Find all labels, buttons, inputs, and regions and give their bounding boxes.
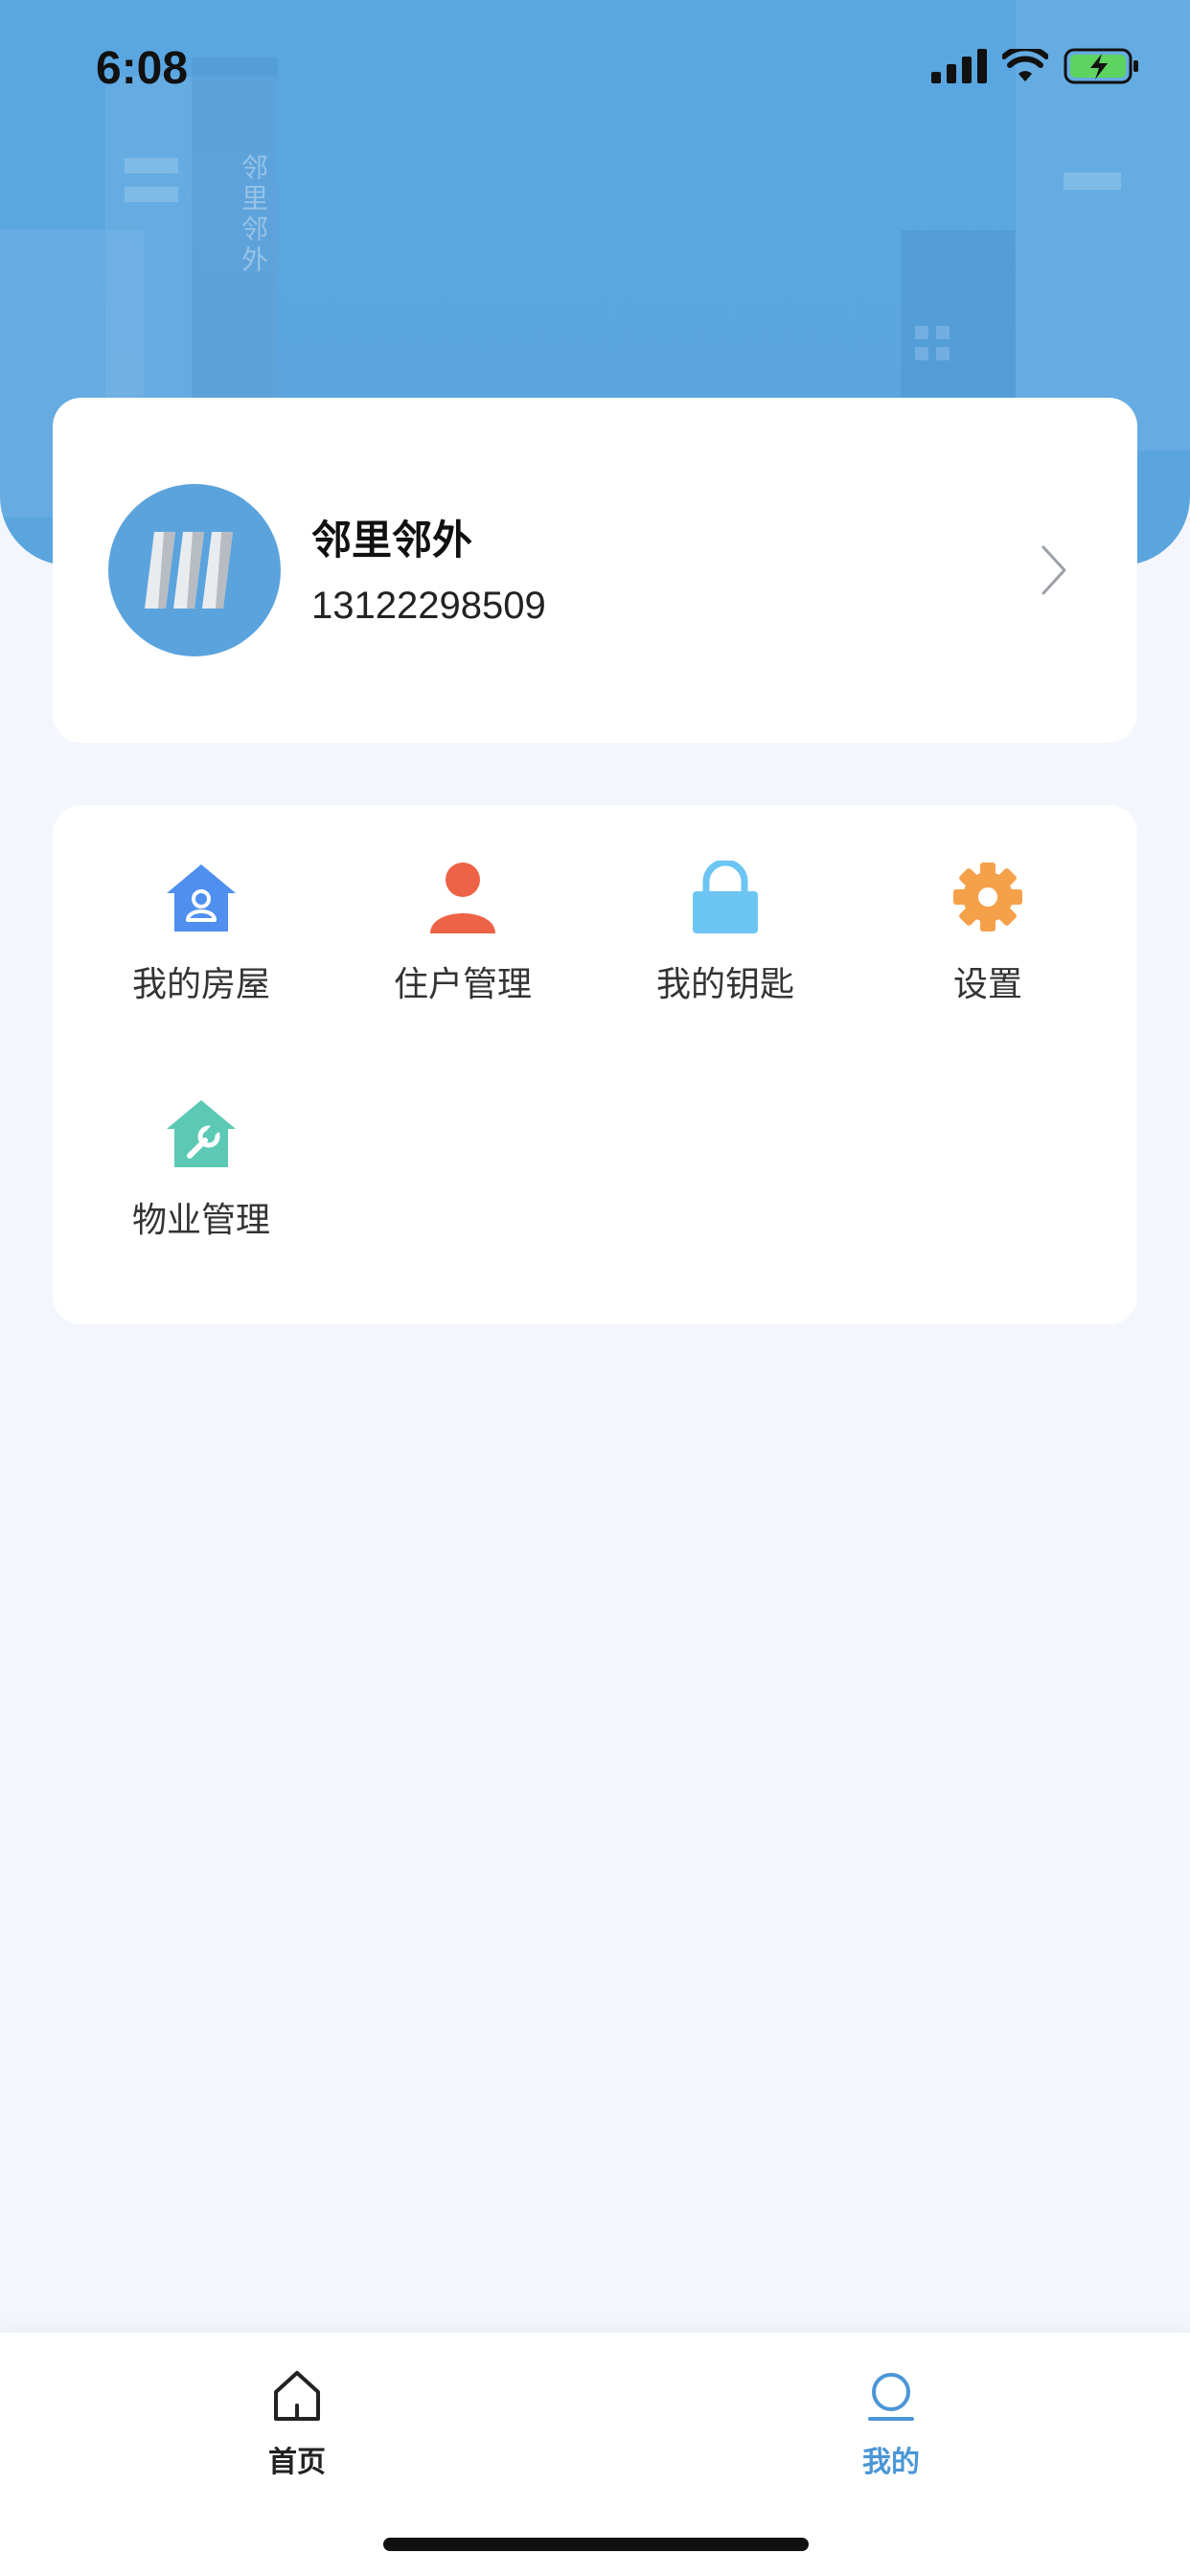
tab-label: 首页 (268, 2446, 326, 2479)
status-time: 6:08 (96, 43, 189, 94)
menu-label: 我的房屋 (131, 965, 270, 1004)
person-icon (424, 861, 501, 933)
menu-label: 物业管理 (131, 1201, 270, 1240)
menu-item-my-house[interactable]: 我的房屋 (91, 805, 311, 1004)
profile-card[interactable]: 邻里邻外 13122298509 (53, 398, 1137, 743)
tab-home[interactable]: 首页 (201, 2352, 393, 2496)
battery-charging-icon (1064, 48, 1138, 84)
menu-label: 住户管理 (393, 965, 532, 1004)
tab-mine[interactable]: 我的 (795, 2352, 987, 2496)
home-indicator (383, 2538, 809, 2551)
menu-label: 我的钥匙 (655, 965, 794, 1004)
profile-icon (868, 2373, 914, 2421)
avatar[interactable] (108, 484, 281, 656)
wifi-icon (1002, 49, 1048, 81)
house-wrench-icon (163, 1096, 240, 1169)
home-icon (274, 2371, 320, 2421)
status-bar: 6:08 (0, 0, 1190, 134)
logo-icon (145, 532, 233, 609)
signal-icon (931, 49, 987, 83)
profile-phone: 13122298509 (311, 585, 546, 627)
building-sign-text: 邻里邻外 (238, 153, 269, 276)
profile-name: 邻里邻外 (311, 517, 473, 564)
menu-label: 设置 (952, 965, 1022, 1004)
menu-item-settings[interactable]: 设置 (878, 805, 1098, 1004)
menu-item-resident-management[interactable]: 住户管理 (353, 805, 573, 1004)
menu-card: 我的房屋 住户管理 我的钥匙 设置 物业管理 (53, 805, 1137, 1324)
chevron-right-icon[interactable] (1034, 541, 1072, 599)
menu-item-my-keys[interactable]: 我的钥匙 (615, 805, 835, 1004)
house-user-icon (163, 861, 240, 933)
tab-label: 我的 (862, 2446, 920, 2479)
lock-icon (687, 861, 764, 933)
menu-item-property-management[interactable]: 物业管理 (91, 1041, 311, 1240)
gear-icon (950, 861, 1026, 933)
